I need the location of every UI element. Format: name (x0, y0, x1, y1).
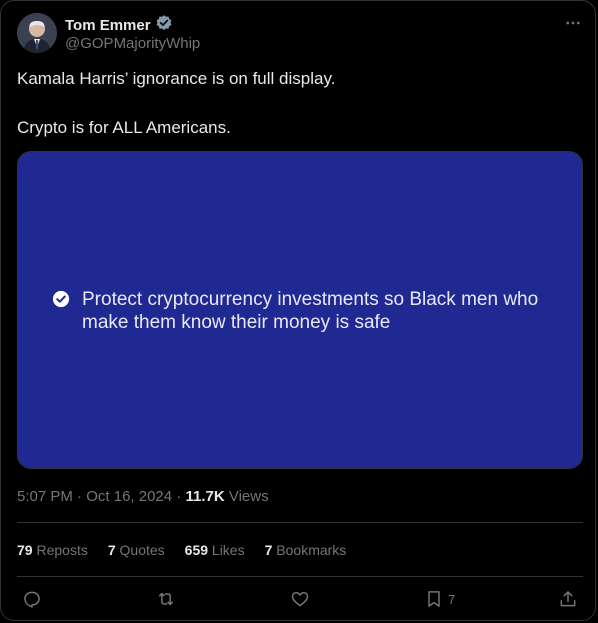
likes-label: Likes (211, 542, 245, 558)
author-name[interactable]: Tom Emmer (65, 17, 151, 34)
tweet-media-image[interactable]: Protect cryptocurrency investments so Bl… (17, 151, 583, 469)
meta-separator: · (72, 488, 87, 505)
bookmarks-count: 7 (264, 542, 273, 558)
likes-stat[interactable]: 659 Likes (185, 542, 245, 558)
check-circle-icon (52, 290, 70, 308)
views-count: 11.7K (185, 488, 225, 505)
reposts-stat[interactable]: 79 Reposts (17, 542, 88, 558)
tweet-meta: 5:07 PM · Oct 16, 2024 · 11.7K Views (17, 488, 269, 505)
bookmark-count: 7 (448, 591, 456, 607)
bookmarks-stat[interactable]: 7 Bookmarks (265, 542, 347, 558)
tweet-date[interactable]: Oct 16, 2024 (86, 488, 172, 505)
bookmark-icon (428, 591, 440, 607)
reply-icon (24, 591, 40, 608)
media-caption: Protect cryptocurrency investments so Bl… (82, 289, 539, 333)
share-icon (560, 591, 576, 607)
heart-icon (291, 592, 309, 607)
avatar-image (17, 13, 57, 53)
tweet-text-line-1: Kamala Harris’ ignorance is on full disp… (17, 69, 336, 88)
like-button[interactable] (290, 589, 310, 609)
repost-button[interactable] (156, 589, 176, 609)
divider (17, 576, 583, 577)
bookmark-button[interactable]: 7 (424, 589, 455, 609)
engagement-stats: 79 Reposts 7 Quotes 659 Likes 7 Bookmark… (17, 542, 346, 558)
reply-button[interactable] (22, 589, 42, 609)
bookmarks-label: Bookmarks (276, 542, 347, 558)
meta-separator: · (172, 488, 186, 505)
verified-badge-icon (155, 14, 173, 37)
tweet-time[interactable]: 5:07 PM (17, 488, 73, 505)
repost-icon (159, 592, 173, 606)
views-label: Views (224, 488, 269, 505)
tweet-text-line-2: Crypto is for ALL Americans. (17, 118, 231, 137)
tweet-card: Tom Emmer @GOPMajorityWhip Kamala Harris… (0, 0, 596, 621)
likes-count: 659 (184, 542, 209, 558)
share-button[interactable] (558, 589, 578, 609)
media-bullet: Protect cryptocurrency investments so Bl… (52, 288, 562, 334)
quotes-count: 7 (107, 542, 116, 558)
author-handle[interactable]: @GOPMajorityWhip (65, 35, 200, 52)
reposts-label: Reposts (36, 542, 88, 558)
quotes-label: Quotes (119, 542, 165, 558)
avatar[interactable] (17, 13, 57, 53)
quotes-stat[interactable]: 7 Quotes (108, 542, 165, 558)
more-options-icon[interactable] (559, 13, 587, 33)
action-bar: 7 (1, 589, 598, 615)
divider (17, 522, 583, 523)
reposts-count: 79 (17, 542, 33, 558)
author-name-row: Tom Emmer (65, 14, 173, 37)
